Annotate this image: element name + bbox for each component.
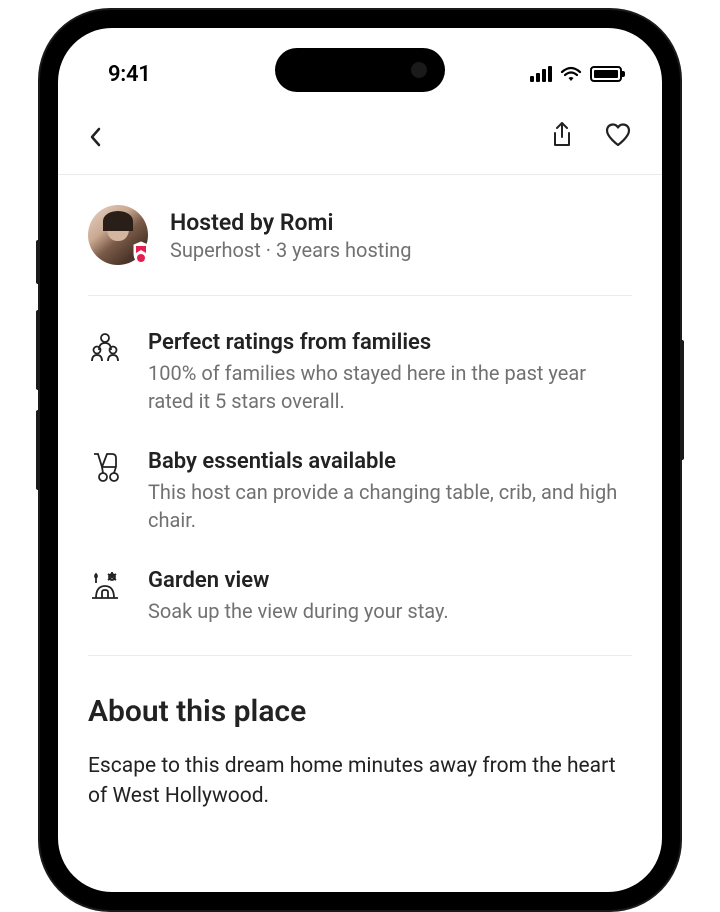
about-section: About this place Escape to this dream ho… — [88, 656, 632, 850]
phone-screen: 9:41 — [58, 28, 662, 892]
power-button — [680, 340, 684, 460]
wifi-icon — [560, 66, 582, 82]
cellular-signal-icon — [530, 66, 552, 82]
status-icons — [530, 66, 622, 82]
share-button[interactable] — [550, 122, 574, 152]
nav-bar — [58, 104, 662, 175]
about-heading: About this place — [88, 694, 632, 729]
stroller-icon — [88, 449, 122, 534]
back-button[interactable] — [88, 125, 104, 149]
garden-icon — [88, 568, 122, 625]
battery-icon — [590, 66, 622, 82]
highlight-title: Baby essentials available — [148, 449, 632, 474]
host-subtitle: Superhost · 3 years hosting — [170, 238, 411, 262]
highlight-desc: Soak up the view during your stay. — [148, 597, 449, 625]
phone-frame: 9:41 — [40, 10, 680, 910]
highlight-garden: Garden view Soak up the view during your… — [88, 568, 632, 625]
status-time: 9:41 — [108, 62, 151, 87]
highlight-title: Garden view — [148, 568, 449, 593]
dynamic-island — [275, 48, 445, 92]
save-heart-button[interactable] — [604, 122, 632, 152]
about-text: Escape to this dream home minutes away f… — [88, 751, 632, 812]
side-button — [36, 240, 40, 284]
highlight-desc: 100% of families who stayed here in the … — [148, 359, 632, 415]
highlight-title: Perfect ratings from families — [148, 330, 632, 355]
volume-up-button — [36, 310, 40, 390]
family-icon — [88, 330, 122, 415]
host-title: Hosted by Romi — [170, 209, 411, 236]
superhost-badge-icon — [130, 241, 152, 267]
highlight-families: Perfect ratings from families 100% of fa… — [88, 330, 632, 415]
highlight-baby: Baby essentials available This host can … — [88, 449, 632, 534]
host-section[interactable]: Hosted by Romi Superhost · 3 years hosti… — [88, 175, 632, 296]
highlights-section: Perfect ratings from families 100% of fa… — [88, 296, 632, 656]
host-avatar — [88, 205, 148, 265]
volume-down-button — [36, 410, 40, 490]
highlight-desc: This host can provide a changing table, … — [148, 478, 632, 534]
